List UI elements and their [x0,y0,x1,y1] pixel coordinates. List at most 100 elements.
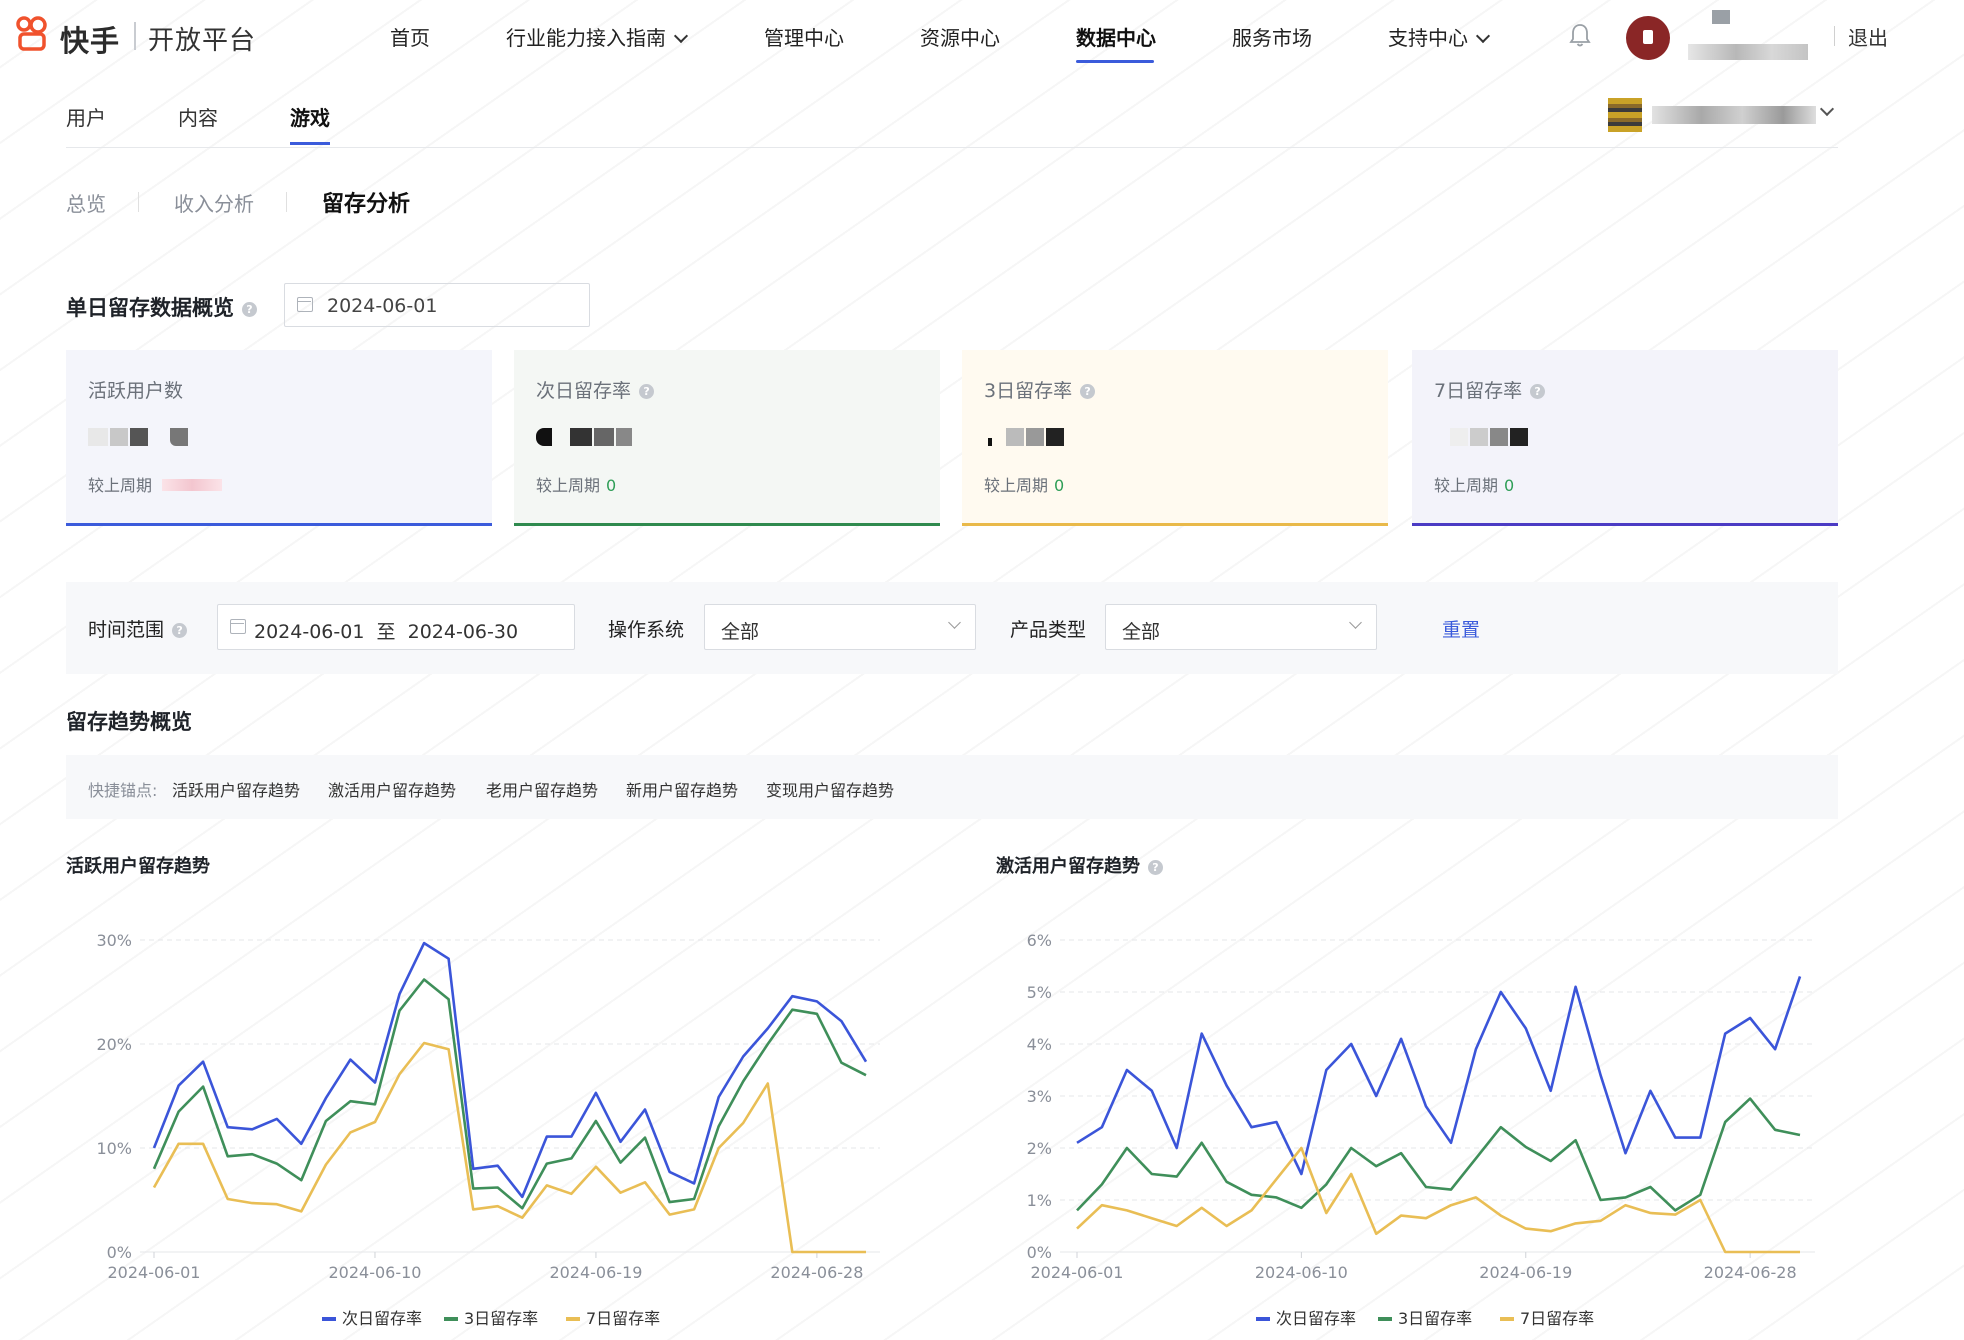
top-nav: 快手 开放平台 首页 行业能力接入指南 管理中心 资源中心 数据中心 服务市场 … [0,0,1964,72]
y-tick-label: 10% [96,1139,132,1158]
chevron-down-icon [1349,616,1362,629]
help-icon[interactable]: ? [1080,384,1096,399]
y-tick-label: 3% [1027,1087,1052,1106]
help-icon[interactable]: ? [172,623,188,638]
x-tick-label: 2024-06-01 [1031,1263,1124,1282]
x-tick-label: 2024-06-01 [108,1263,201,1282]
logout-link[interactable]: 退出 [1848,22,1888,51]
anchor-new-users[interactable]: 新用户留存趋势 [626,777,738,801]
subtab-divider [286,192,287,212]
y-tick-label: 5% [1027,983,1052,1002]
product-type-select[interactable]: 全部 [1105,604,1377,650]
subtab-divider [138,192,139,212]
kuaishou-logo-icon[interactable] [14,16,50,52]
x-tick-label: 2024-06-10 [328,1263,421,1282]
tab-users[interactable]: 用户 [66,102,106,131]
legend-label[interactable]: 次日留存率 [1276,1309,1356,1328]
metric-compare: 较上周期 0 [984,476,1065,495]
single-day-title: 单日留存数据概览? [66,292,257,322]
legend-label[interactable]: 3日留存率 [1398,1309,1472,1328]
x-tick-label: 2024-06-10 [1255,1263,1348,1282]
time-range-value: 2024-06-01 至 2024-06-30 [254,621,519,643]
redacted-user-badge [1712,10,1730,24]
metric-accent-bar [514,523,940,526]
nav-resource-center[interactable]: 资源中心 [920,22,1000,51]
nav-management-center[interactable]: 管理中心 [764,22,844,51]
anchor-monetized-users[interactable]: 变现用户留存趋势 [766,777,894,801]
legend-label[interactable]: 次日留存率 [342,1309,422,1328]
series-line[interactable] [1076,1097,1801,1212]
nav-data-center[interactable]: 数据中心 [1076,22,1156,51]
metric-label: 7日留存率? [1434,376,1546,403]
nav-support-center[interactable]: 支持中心 [1388,22,1491,51]
active-users-retention-chart: 0% 10% 20% 30% 2024-06-01 2024-06-10 2024-06-1… [96,931,880,1328]
y-tick-label: 1% [1027,1191,1052,1210]
tab-content[interactable]: 内容 [178,102,218,131]
time-range-picker[interactable]: 2024-06-01 至 2024-06-30 [217,604,575,650]
anchor-activated-users[interactable]: 激活用户留存趋势 [328,777,456,801]
tab-games[interactable]: 游戏 [290,102,330,131]
series-line[interactable] [1076,975,1802,1176]
series-line[interactable] [152,978,867,1210]
avatar[interactable] [1626,16,1670,60]
y-tick-label: 30% [96,931,132,950]
metric-label: 活跃用户数 [88,380,184,402]
x-tick-label: 2024-06-19 [549,1263,642,1282]
single-day-date-picker[interactable]: 2024-06-01 [284,283,590,327]
y-tick-label: 0% [107,1243,132,1262]
subtab-retention-analysis[interactable]: 留存分析 [322,186,410,218]
trend-title: 留存趋势概览 [66,710,192,734]
redacted-username[interactable] [1688,44,1808,60]
anchor-old-users[interactable]: 老用户留存趋势 [486,777,598,801]
nav-industry-guide[interactable]: 行业能力接入指南 [506,22,689,51]
chart-title: 活跃用户留存趋势 [66,856,210,877]
metric-card-active-users: 活跃用户数 较上周期 [66,350,492,526]
y-tick-label: 20% [96,1035,132,1054]
reset-button[interactable]: 重置 [1442,615,1480,642]
brand-subtitle: 开放平台 [148,26,257,56]
subtab-revenue-analysis[interactable]: 收入分析 [174,188,254,217]
exit-divider [1834,26,1835,46]
metric-label: 3日留存率? [984,376,1096,403]
anchor-prefix: 快捷锚点: [88,781,158,800]
subtab-overview[interactable]: 总览 [66,188,106,217]
metric-card-next-day-retention: 次日留存率? 较上周期 0 [514,350,940,526]
legend-label[interactable]: 7日留存率 [1520,1309,1594,1328]
brand-name[interactable]: 快手 [60,18,120,60]
redacted-metric-value [984,424,1104,446]
tabs-divider [66,147,1838,148]
metric-accent-bar [962,523,1388,526]
os-select[interactable]: 全部 [704,604,976,650]
x-tick-label: 2024-06-28 [1704,1263,1797,1282]
time-range-label: 时间范围? [88,615,188,642]
legend-swatch [444,1317,458,1321]
brand-divider [134,22,136,50]
chart-title: 激活用户留存趋势? [996,852,1163,878]
legend-swatch [1378,1317,1392,1321]
redacted-compare-value [162,479,223,491]
game-selector[interactable] [1608,98,1838,132]
activated-users-retention-chart: 0% 1% 2% 3% 4% 5% 6% 2024-06-01 2024-06-10 2024-0… [1027,931,1815,1328]
metric-compare: 较上周期 0 [1434,476,1515,495]
y-tick-label: 0% [1027,1243,1052,1262]
metric-compare: 较上周期 [88,472,223,496]
nav-service-market[interactable]: 服务市场 [1232,22,1312,51]
game-thumbnail [1608,98,1642,132]
redacted-game-name [1652,106,1816,124]
help-icon[interactable]: ? [639,384,655,399]
calendar-icon [297,297,313,312]
os-label: 操作系统 [608,619,685,641]
legend-label[interactable]: 7日留存率 [586,1309,660,1328]
legend-label[interactable]: 3日留存率 [464,1309,538,1328]
y-tick-label: 6% [1027,931,1052,950]
bell-icon[interactable] [1568,22,1592,48]
help-icon[interactable]: ? [1148,859,1163,875]
y-tick-label: 2% [1027,1139,1052,1158]
metric-label: 次日留存率? [536,376,655,403]
redacted-metric-value [1434,424,1554,446]
help-icon[interactable]: ? [1530,384,1546,399]
help-icon[interactable]: ? [242,301,257,317]
anchor-active-users[interactable]: 活跃用户留存趋势 [172,777,300,801]
nav-home[interactable]: 首页 [390,22,430,51]
os-select-value: 全部 [721,621,760,643]
